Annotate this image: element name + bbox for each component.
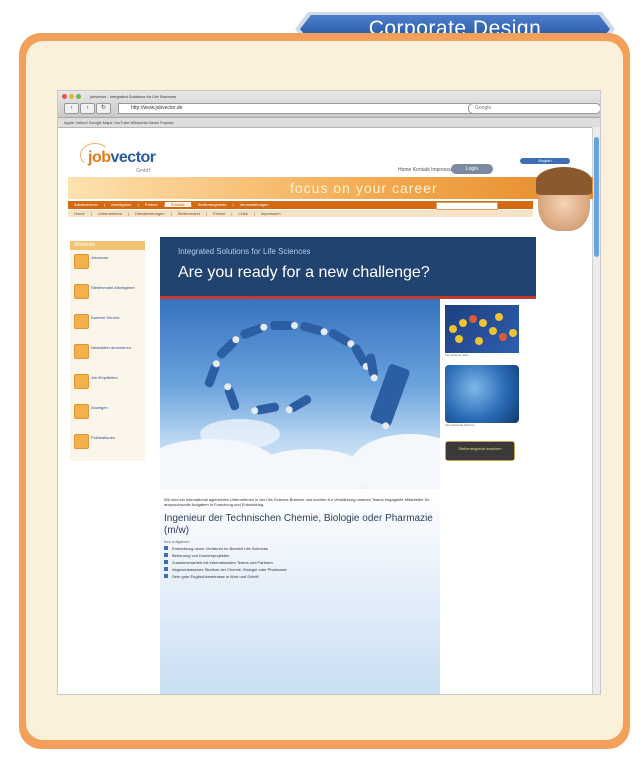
- window-controls: [62, 94, 83, 100]
- reload-icon[interactable]: ↻: [96, 103, 111, 114]
- shortcut-icon: [74, 374, 89, 389]
- sidebar-item[interactable]: Anzeigen: [70, 400, 145, 430]
- address-bar[interactable]: http://www.jobvector.de: [118, 103, 472, 114]
- sidebar-item-label: Karriere Service: [91, 315, 120, 320]
- slogan: focus on your career: [290, 180, 438, 196]
- logo-subtitle: GmbH: [136, 168, 151, 174]
- skydivers-photo: [160, 299, 440, 489]
- shortcut-icon: [74, 344, 89, 359]
- shortcut-icon: [74, 434, 89, 449]
- window-title: jobvector - Integrated Solutions for Lif…: [90, 94, 177, 99]
- right-teasers: Life Science Jobs Internationale Karrier…: [445, 305, 531, 490]
- nav-item-active[interactable]: Kontakt: [164, 202, 191, 207]
- job-offer-button[interactable]: Stellenangebot ansehen: [445, 441, 515, 461]
- hero-banner: focus on your career: [68, 177, 593, 199]
- sidebar-item[interactable]: Karriere Service: [70, 310, 145, 340]
- nav-item[interactable]: Veranstaltungen: [234, 202, 275, 207]
- list-item: Entwicklung neuer Verfahren im Bereich L…: [160, 544, 440, 551]
- job-posting: Wir sind ein international agierendes Un…: [160, 489, 440, 694]
- back-icon[interactable]: ‹: [64, 103, 79, 114]
- shortcut-icon: [74, 314, 89, 329]
- portrait-image: [536, 167, 592, 231]
- sidebar-item[interactable]: Job Empfehlen: [70, 370, 145, 400]
- scrollbar-thumb[interactable]: [594, 137, 599, 257]
- browser-search[interactable]: Google: [468, 103, 600, 114]
- zoom-icon[interactable]: [76, 94, 81, 99]
- sidebar-item[interactable]: Jobvector: [70, 250, 145, 280]
- content-banner: Integrated Solutions for Life Sciences A…: [160, 237, 536, 299]
- bookmarks-bar[interactable]: Apple Yahoo! Google Maps YouTube Wikiped…: [58, 118, 600, 128]
- subnav-item[interactable]: Impressum: [255, 211, 287, 216]
- nav-item[interactable]: Arbeitgeber: [105, 202, 138, 207]
- sidebar-item-label: Publikationen: [91, 435, 116, 440]
- job-title: Ingenieur der Technischen Chemie, Biolog…: [164, 513, 433, 536]
- shortcut-icon: [74, 404, 89, 419]
- website-screenshot: jobvector - Integrated Solutions for Lif…: [57, 90, 601, 695]
- login-button[interactable]: Login: [451, 164, 493, 174]
- subnav-item[interactable]: Unternehmen: [92, 211, 128, 216]
- sidebar-item-label: Job Empfehlen: [91, 375, 118, 380]
- content-heading: Are you ready for a new challenge?: [178, 264, 430, 281]
- site-search-input[interactable]: [436, 202, 498, 210]
- list-item: Abgeschlossenes Studium der Chemie, Biol…: [160, 565, 440, 572]
- language-button[interactable]: English: [520, 158, 570, 164]
- scrollbar[interactable]: [592, 127, 600, 694]
- logo-vector: vector: [110, 149, 157, 166]
- logo-job: job: [88, 149, 111, 166]
- close-icon[interactable]: [62, 94, 67, 99]
- site-logo[interactable]: jobvector: [88, 149, 156, 167]
- nav-item[interactable]: Arbeitnehmer: [68, 202, 104, 207]
- sidebar-heading: Shortcuts: [70, 241, 145, 250]
- secondary-nav: Home | Unternehmen | Dienstleistungen | Stelle…: [68, 210, 533, 217]
- browser-toolbar: jobvector - Integrated Solutions for Lif…: [58, 91, 600, 118]
- sidebar-item-label: Newsletter abonnieren: [91, 345, 132, 350]
- header-links[interactable]: Home Kontakt Impressum: [398, 167, 456, 173]
- main-content: Integrated Solutions for Life Sciences A…: [160, 237, 536, 694]
- shortcut-icon: [74, 254, 89, 269]
- sidebar-item[interactable]: Publikationen: [70, 430, 145, 460]
- list-item: Sehr gute Englischkenntnisse in Wort und…: [160, 572, 440, 579]
- teaser-image-dna[interactable]: [445, 305, 519, 353]
- nav-item[interactable]: Stellenangebote: [192, 202, 233, 207]
- minimize-icon[interactable]: [69, 94, 74, 99]
- sidebar-item-label: Jobvector: [91, 255, 109, 260]
- sidebar-item[interactable]: Stellenmarkt Arbeitgeber: [70, 280, 145, 310]
- list-item: Zusammenarbeit mit internationalen Teams…: [160, 558, 440, 565]
- sidebar-item-label: Anzeigen: [91, 405, 108, 410]
- subnav-item[interactable]: Stellenmarkt: [172, 211, 206, 216]
- shortcut-icon: [74, 284, 89, 299]
- job-meta: Ihre Aufgaben:: [164, 539, 191, 544]
- subnav-item[interactable]: Links: [232, 211, 253, 216]
- forward-icon[interactable]: ›: [80, 103, 95, 114]
- subnav-item[interactable]: Presse: [207, 211, 231, 216]
- sidebar-item-label: Stellenmarkt Arbeitgeber: [91, 285, 135, 290]
- teaser-caption[interactable]: Life Science Jobs: [445, 353, 531, 361]
- sidebar-item[interactable]: Newsletter abonnieren: [70, 340, 145, 370]
- teaser-caption[interactable]: Internationale Karriere: [445, 423, 531, 431]
- list-item: Betreuung von Kundenprojekten: [160, 551, 440, 558]
- subnav-item[interactable]: Dienstleistungen: [129, 211, 171, 216]
- content-subtitle: Integrated Solutions for Life Sciences: [178, 247, 311, 256]
- shortcut-sidebar: Shortcuts Jobvector Stellenmarkt Arbeitg…: [70, 241, 145, 461]
- teaser-image-globe[interactable]: [445, 365, 519, 423]
- subnav-item[interactable]: Home: [68, 211, 91, 216]
- intro-text: Wir sind ein international agierendes Un…: [164, 497, 430, 507]
- nav-item[interactable]: Partner: [139, 202, 164, 207]
